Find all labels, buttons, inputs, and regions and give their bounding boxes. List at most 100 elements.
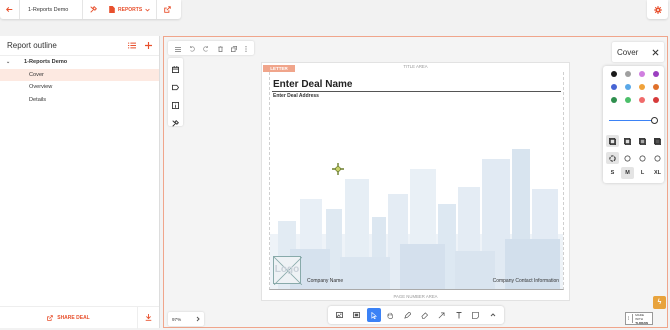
text-icon [456, 311, 461, 318]
undo-icon[interactable] [189, 39, 195, 57]
arrow-tool[interactable] [435, 308, 449, 322]
cursor-icon [371, 311, 377, 319]
color-swatch[interactable] [653, 84, 659, 90]
share-deal-button[interactable]: SHARE DEAL [0, 315, 137, 321]
title-divider [272, 91, 561, 92]
plus-icon [145, 42, 152, 49]
tldraw-logo-icon: ⁞ [628, 314, 634, 323]
list-icon [128, 42, 136, 49]
outline-item-overview[interactable]: Overview [0, 81, 159, 94]
dash-draw-icon [609, 154, 616, 162]
draw-tool[interactable] [401, 308, 415, 322]
close-icon[interactable] [652, 49, 659, 56]
gear-icon [653, 5, 662, 14]
color-swatch[interactable] [611, 71, 617, 77]
company-name-field[interactable]: Company Name [307, 278, 343, 284]
image-tool[interactable] [333, 308, 347, 322]
external-link-icon [163, 6, 171, 13]
editor-canvas[interactable]: LETTER TITLE AREA Enter Deal Name Enter … [163, 36, 668, 328]
tag-icon[interactable] [172, 78, 180, 96]
back-button[interactable] [0, 0, 20, 19]
document-icon [109, 6, 115, 13]
chevron-down-icon [145, 8, 150, 12]
outline-item-details[interactable]: Details [0, 94, 159, 107]
media-tool[interactable] [350, 308, 364, 322]
sparkle-badge[interactable]: ϟ [653, 296, 666, 309]
color-swatch[interactable] [611, 84, 617, 90]
fill-pattern-icon [654, 137, 661, 145]
logo-text: Logo [274, 264, 300, 275]
outline-item-cover[interactable]: Cover [0, 68, 159, 81]
fill-none-option[interactable] [606, 135, 619, 147]
dash-dotted-option[interactable] [636, 152, 649, 164]
dash-solid-option[interactable] [651, 152, 664, 164]
open-external-button[interactable] [157, 6, 177, 13]
size-l-option[interactable]: L [636, 167, 649, 179]
color-swatch[interactable] [639, 84, 645, 90]
top-bar: 1-Reports Demo REPORTS [0, 0, 181, 19]
fill-solid-option[interactable] [636, 135, 649, 147]
sticky-note-icon [472, 311, 479, 319]
page-number-area-label: PAGE NUMBER AREA [393, 294, 438, 299]
dash-solid-icon [654, 155, 661, 161]
size-xl-option[interactable]: XL [651, 167, 664, 179]
download-button[interactable] [137, 306, 159, 329]
list-view-button[interactable] [128, 42, 136, 49]
note-tool[interactable] [469, 308, 483, 322]
made-with-tldraw-badge[interactable]: ⁞ MADE WITH TLDRAW [625, 312, 653, 325]
color-swatch[interactable] [625, 84, 631, 90]
more-vertical-icon[interactable] [245, 39, 247, 57]
eraser-tool[interactable] [418, 308, 432, 322]
deal-address-field[interactable]: Enter Deal Address [273, 93, 319, 99]
opacity-slider-track[interactable] [609, 120, 653, 121]
chevron-down-icon[interactable]: ⌄ [6, 59, 24, 65]
redo-icon[interactable] [203, 39, 209, 57]
trash-icon[interactable] [217, 39, 223, 57]
reports-label: REPORTS [118, 6, 143, 13]
duplicate-icon[interactable] [230, 39, 237, 57]
hand-icon [387, 312, 393, 319]
deal-name-field[interactable]: Enter Deal Name [273, 79, 352, 90]
settings-button[interactable] [647, 0, 668, 19]
size-s-option[interactable]: S [606, 167, 619, 179]
hand-tool[interactable] [384, 308, 398, 322]
fill-semi-option[interactable] [621, 135, 634, 147]
reports-menu-button[interactable]: REPORTS [103, 0, 158, 19]
calendar-icon[interactable] [172, 60, 179, 78]
color-swatch[interactable] [625, 71, 631, 77]
size-m-option[interactable]: M [621, 167, 634, 179]
color-swatch[interactable] [639, 97, 645, 103]
add-page-button[interactable] [145, 42, 152, 49]
size-options: S M L XL [606, 167, 664, 179]
tools-button[interactable] [83, 6, 103, 13]
more-tools-button[interactable] [486, 308, 500, 322]
info-box-icon[interactable] [172, 96, 179, 114]
dash-draw-option[interactable] [606, 152, 619, 164]
dash-dashed-icon [624, 155, 631, 161]
color-swatch[interactable] [653, 97, 659, 103]
cover-page[interactable]: Enter Deal Name Enter Deal Address Logo … [269, 72, 564, 290]
select-tool[interactable] [366, 308, 381, 322]
zoom-control[interactable]: 97% [168, 312, 204, 326]
color-swatch[interactable] [611, 97, 617, 103]
outline-title: Report outline [7, 41, 57, 50]
arrow-left-icon [6, 7, 13, 12]
logo-placeholder[interactable]: Logo [273, 256, 302, 285]
menu-icon[interactable] [175, 39, 182, 57]
color-swatch[interactable] [639, 71, 645, 77]
fill-semi-icon [624, 137, 631, 145]
outline-root-item[interactable]: ⌄ 1-Reports Demo [0, 56, 159, 69]
text-tool[interactable] [452, 308, 466, 322]
fill-pattern-option[interactable] [651, 135, 664, 147]
opacity-slider-handle[interactable] [651, 117, 658, 124]
tools-icon[interactable] [172, 114, 179, 132]
style-panel-header: Cover [612, 42, 664, 62]
dash-dashed-option[interactable] [621, 152, 634, 164]
move-cursor-icon [332, 163, 344, 175]
color-swatches [607, 71, 663, 103]
city-skyline-image [270, 139, 563, 289]
color-swatch[interactable] [625, 97, 631, 103]
color-swatch[interactable] [653, 71, 659, 77]
tools-icon [89, 6, 97, 13]
company-contact-field[interactable]: Company Contact Information [493, 278, 559, 284]
